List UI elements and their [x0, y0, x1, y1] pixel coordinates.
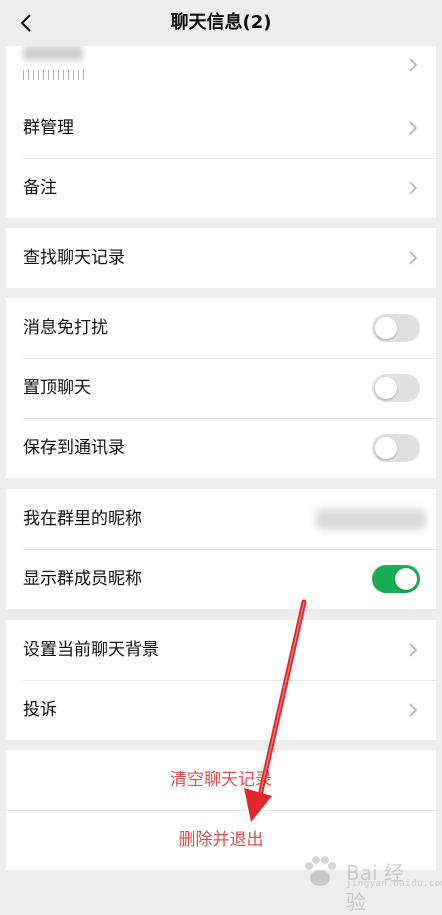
top-bar: 聊天信息(2) — [0, 0, 442, 46]
chevron-right-icon — [409, 58, 418, 72]
remark-label: 备注 — [23, 178, 57, 198]
chat-background-row[interactable]: 设置当前聊天背景 — [6, 620, 436, 680]
toggle-knob — [375, 377, 397, 399]
toggle-knob — [395, 568, 417, 590]
chevron-right-icon — [409, 121, 418, 135]
show-member-nickname-label: 显示群成员昵称 — [23, 569, 142, 589]
my-nickname-label: 我在群里的昵称 — [23, 509, 142, 529]
my-nickname-row[interactable]: 我在群里的昵称 — [6, 489, 436, 549]
save-contacts-row: 保存到通讯录 — [6, 418, 436, 478]
group-info-row[interactable] — [6, 44, 436, 98]
misc-card: 设置当前聊天背景 投诉 — [6, 620, 436, 740]
baidu-watermark: Bai 经验 jingyan.baidu.com — [300, 852, 442, 914]
group-manage-label: 群管理 — [23, 118, 74, 138]
chat-background-label: 设置当前聊天背景 — [23, 640, 159, 660]
my-nickname-value-blurred — [316, 509, 426, 529]
complaint-label: 投诉 — [23, 700, 57, 720]
group-manage-row[interactable]: 群管理 — [6, 98, 436, 158]
group-code-blurred — [23, 70, 87, 80]
group-settings-card: 群管理 备注 — [6, 44, 436, 218]
mute-toggle[interactable] — [372, 314, 420, 342]
page-title: 聊天信息(2) — [170, 12, 272, 33]
clear-history-button[interactable]: 清空聊天记录 — [6, 750, 436, 810]
toggle-knob — [375, 437, 397, 459]
group-name-blurred — [23, 46, 83, 60]
remark-row[interactable]: 备注 — [6, 158, 436, 218]
save-contacts-toggle[interactable] — [372, 434, 420, 462]
chevron-right-icon — [409, 643, 418, 657]
search-history-card: 查找聊天记录 — [6, 228, 436, 288]
save-contacts-label: 保存到通讯录 — [23, 438, 125, 458]
search-history-label: 查找聊天记录 — [23, 248, 125, 268]
watermark-url: jingyan.baidu.com — [346, 879, 442, 889]
mute-label: 消息免打扰 — [23, 318, 108, 338]
pin-toggle[interactable] — [372, 374, 420, 402]
paw-icon — [305, 856, 336, 886]
mute-row: 消息免打扰 — [6, 298, 436, 358]
chevron-right-icon — [409, 181, 418, 195]
pin-label: 置顶聊天 — [23, 378, 91, 398]
pin-row: 置顶聊天 — [6, 358, 436, 418]
show-member-nickname-row: 显示群成员昵称 — [6, 549, 436, 609]
chevron-right-icon — [409, 703, 418, 717]
show-member-nickname-toggle[interactable] — [372, 565, 420, 593]
toggles-card: 消息免打扰 置顶聊天 保存到通讯录 — [6, 298, 436, 478]
chevron-right-icon — [409, 251, 418, 265]
nickname-card: 我在群里的昵称 显示群成员昵称 — [6, 489, 436, 609]
complaint-row[interactable]: 投诉 — [6, 680, 436, 740]
toggle-knob — [375, 317, 397, 339]
search-history-row[interactable]: 查找聊天记录 — [6, 228, 436, 288]
